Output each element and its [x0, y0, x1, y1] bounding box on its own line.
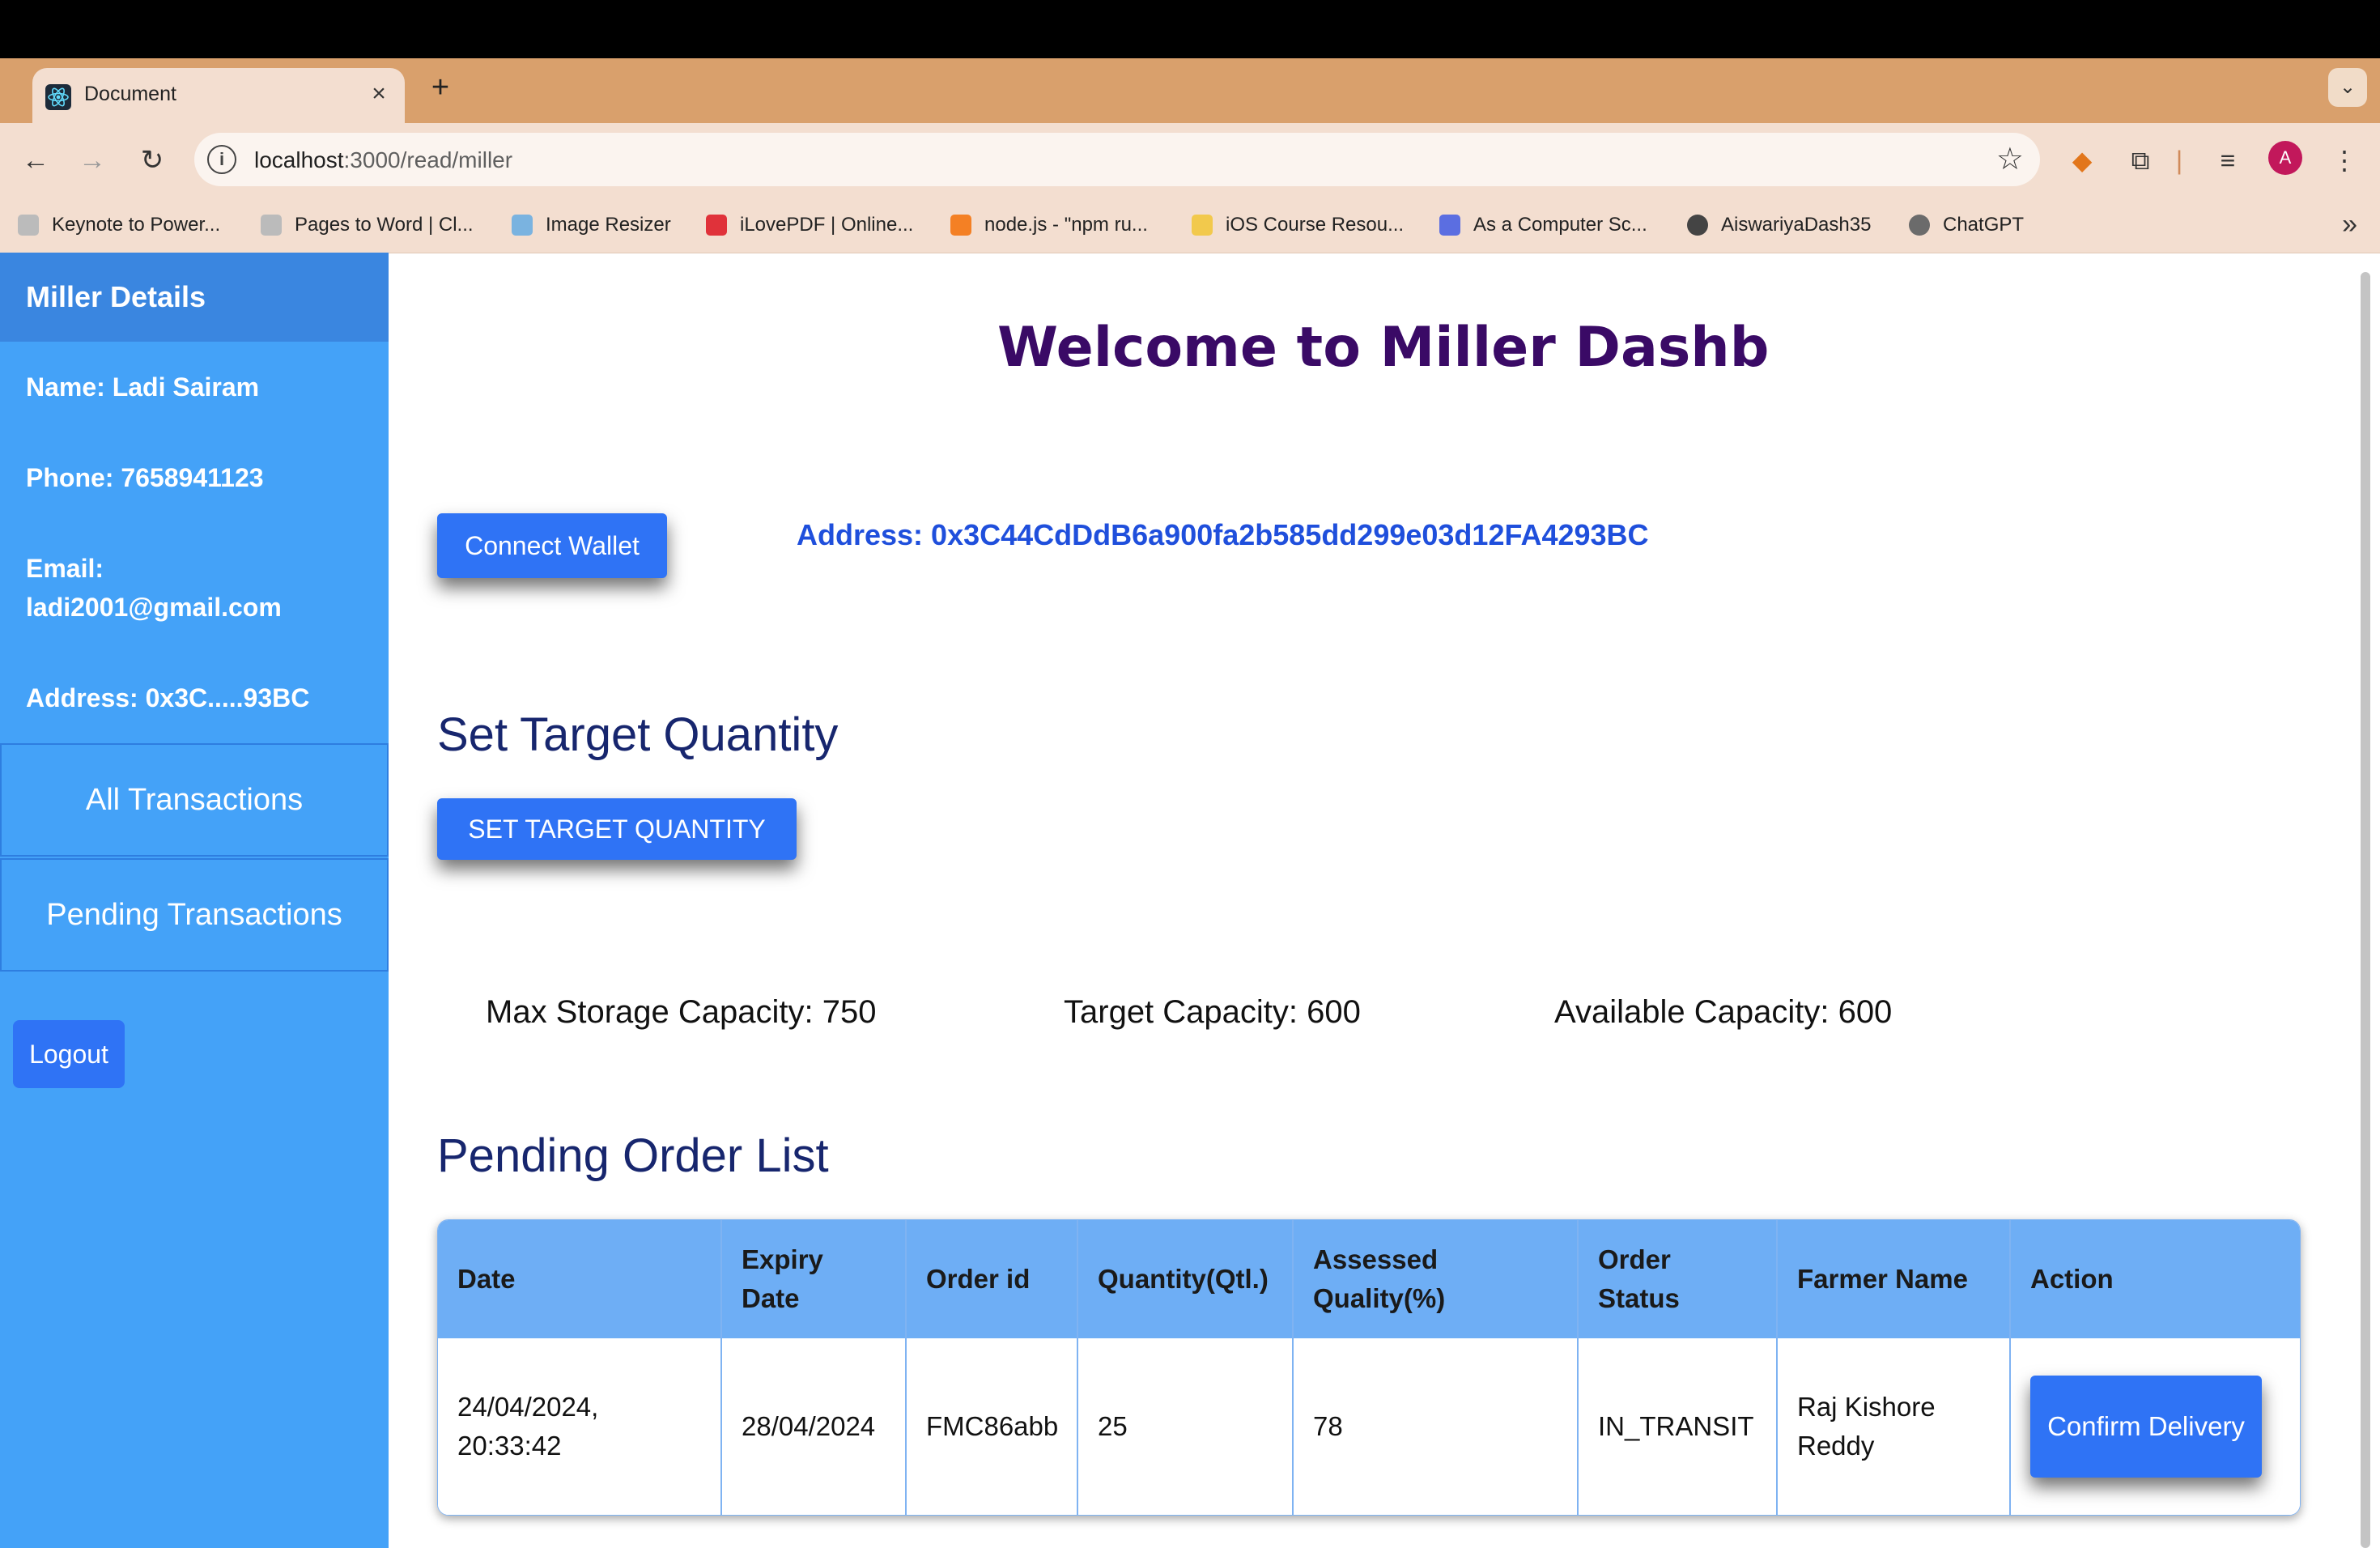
- url-text[interactable]: localhost:3000/read/miller: [254, 147, 512, 173]
- toolbar-divider: |: [2175, 146, 2183, 175]
- bookmark-item[interactable]: Image Resizer: [512, 211, 671, 240]
- chevron-double-right-icon[interactable]: »: [2342, 209, 2357, 240]
- cell-quality: 78: [1293, 1338, 1579, 1515]
- extensions-puzzle-icon[interactable]: ⧉: [2121, 141, 2160, 180]
- media-queue-icon[interactable]: ≡: [2208, 141, 2247, 180]
- address-bar[interactable]: i localhost:3000/read/miller ☆: [194, 133, 2040, 186]
- sidebar-title: Miller Details: [26, 280, 206, 313]
- cell-date: 24/04/2024, 20:33:42: [438, 1338, 722, 1515]
- column-header: Order id: [906, 1220, 1078, 1338]
- bookmarks-bar: Keynote to Power... Pages to Word | Cl..…: [0, 198, 2380, 253]
- new-tab-button[interactable]: +: [424, 71, 457, 104]
- logout-button[interactable]: Logout: [13, 1020, 125, 1088]
- page-title: Welcome to Miller Dashb: [997, 316, 1770, 380]
- miller-name: Name: Ladi Sairam: [26, 372, 260, 402]
- column-header: Date: [438, 1220, 722, 1338]
- macos-top-bar: [0, 0, 2380, 58]
- miller-email-label: Email:: [26, 554, 104, 583]
- tab-document[interactable]: Document ×: [32, 68, 405, 123]
- column-header: Order Status: [1578, 1220, 1778, 1338]
- target-capacity: Target Capacity: 600: [1064, 994, 1361, 1030]
- cell-order-id: FMC86abb: [906, 1338, 1078, 1515]
- sidebar-header: Miller Details: [0, 253, 389, 342]
- miller-email: ladi2001@gmail.com: [26, 593, 282, 622]
- bookmark-item[interactable]: node.js - "npm ru...: [950, 211, 1148, 240]
- bookmark-item[interactable]: iLovePDF | Online...: [706, 211, 913, 240]
- miller-address: Address: 0x3C.....93BC: [26, 683, 310, 712]
- ios-course-icon: [1192, 215, 1213, 236]
- cell-expiry-date: 28/04/2024: [721, 1338, 907, 1515]
- bookmark-item[interactable]: As a Computer Sc...: [1439, 211, 1647, 240]
- chevron-down-icon[interactable]: ⌄: [2328, 68, 2367, 107]
- pending-orders-table: Date Expiry Date Order id Quantity(Qtl.)…: [437, 1219, 2301, 1516]
- back-arrow-icon[interactable]: ←: [16, 141, 55, 180]
- forward-arrow-icon[interactable]: →: [73, 141, 112, 180]
- bookmark-item[interactable]: Pages to Word | Cl...: [261, 211, 474, 240]
- available-capacity: Available Capacity: 600: [1554, 994, 1893, 1030]
- menu-dots-icon[interactable]: ⋮: [2325, 141, 2364, 180]
- profile-avatar[interactable]: A: [2268, 141, 2302, 175]
- cell-farmer-name: Raj Kishore Reddy: [1777, 1338, 2011, 1515]
- miller-phone: Phone: 7658941123: [26, 463, 264, 492]
- column-header: Action: [2010, 1220, 2300, 1338]
- table-header-row: Date Expiry Date Order id Quantity(Qtl.)…: [438, 1220, 2300, 1338]
- bookmark-item[interactable]: AiswariyaDash35: [1687, 211, 1871, 240]
- browser-toolbar: ← → ↻ i localhost:3000/read/miller ☆ ◆ ⧉…: [0, 123, 2380, 198]
- cell-action: Confirm Delivery: [2010, 1338, 2300, 1515]
- cloud-icon: [18, 215, 39, 236]
- bookmark-item[interactable]: Keynote to Power...: [18, 211, 220, 240]
- bookmark-item[interactable]: ChatGPT: [1909, 211, 2024, 240]
- stackoverflow-icon: [950, 215, 971, 236]
- cell-status: IN_TRANSIT: [1578, 1338, 1778, 1515]
- site-info-icon[interactable]: i: [207, 145, 236, 174]
- scrollbar-thumb[interactable]: [2361, 272, 2370, 1548]
- set-target-quantity-button[interactable]: SET TARGET QUANTITY: [437, 798, 797, 860]
- printer-icon: [1439, 215, 1460, 236]
- tab-title: Document: [84, 83, 176, 105]
- close-icon[interactable]: ×: [364, 78, 393, 110]
- image-resizer-icon: [512, 215, 533, 236]
- metamask-fox-icon[interactable]: ◆: [2063, 141, 2102, 180]
- heart-icon: [706, 215, 727, 236]
- sidebar: Miller Details Name: Ladi Sairam Phone: …: [0, 253, 389, 1548]
- connect-wallet-button[interactable]: Connect Wallet: [437, 513, 667, 578]
- bookmark-star-icon[interactable]: ☆: [1996, 141, 2024, 177]
- max-storage-capacity: Max Storage Capacity: 750: [486, 994, 877, 1030]
- table-row: 24/04/2024, 20:33:42 28/04/2024 FMC86abb…: [438, 1338, 2300, 1515]
- pending-orders-heading: Pending Order List: [437, 1129, 829, 1182]
- column-header: Farmer Name: [1777, 1220, 2011, 1338]
- set-target-heading: Set Target Quantity: [437, 708, 839, 761]
- reload-icon[interactable]: ↻: [133, 141, 172, 180]
- wallet-address: Address: 0x3C44CdDdB6a900fa2b585dd299e03…: [797, 518, 1649, 551]
- bookmark-item[interactable]: iOS Course Resou...: [1192, 211, 1404, 240]
- sidebar-item-pending-transactions[interactable]: Pending Transactions: [0, 858, 389, 972]
- confirm-delivery-button[interactable]: Confirm Delivery: [2030, 1376, 2262, 1478]
- cloud-icon: [261, 215, 282, 236]
- column-header: Expiry Date: [721, 1220, 907, 1338]
- chatgpt-icon: [1909, 215, 1930, 236]
- github-icon: [1687, 215, 1708, 236]
- page-scrollbar[interactable]: [2357, 272, 2374, 1548]
- column-header: Assessed Quality(%): [1293, 1220, 1579, 1338]
- column-header: Quantity(Qtl.): [1077, 1220, 1294, 1338]
- cell-quantity: 25: [1077, 1338, 1294, 1515]
- react-icon: [45, 84, 71, 110]
- tab-strip: Document × + ⌄: [0, 58, 2380, 123]
- sidebar-item-all-transactions[interactable]: All Transactions: [0, 743, 389, 857]
